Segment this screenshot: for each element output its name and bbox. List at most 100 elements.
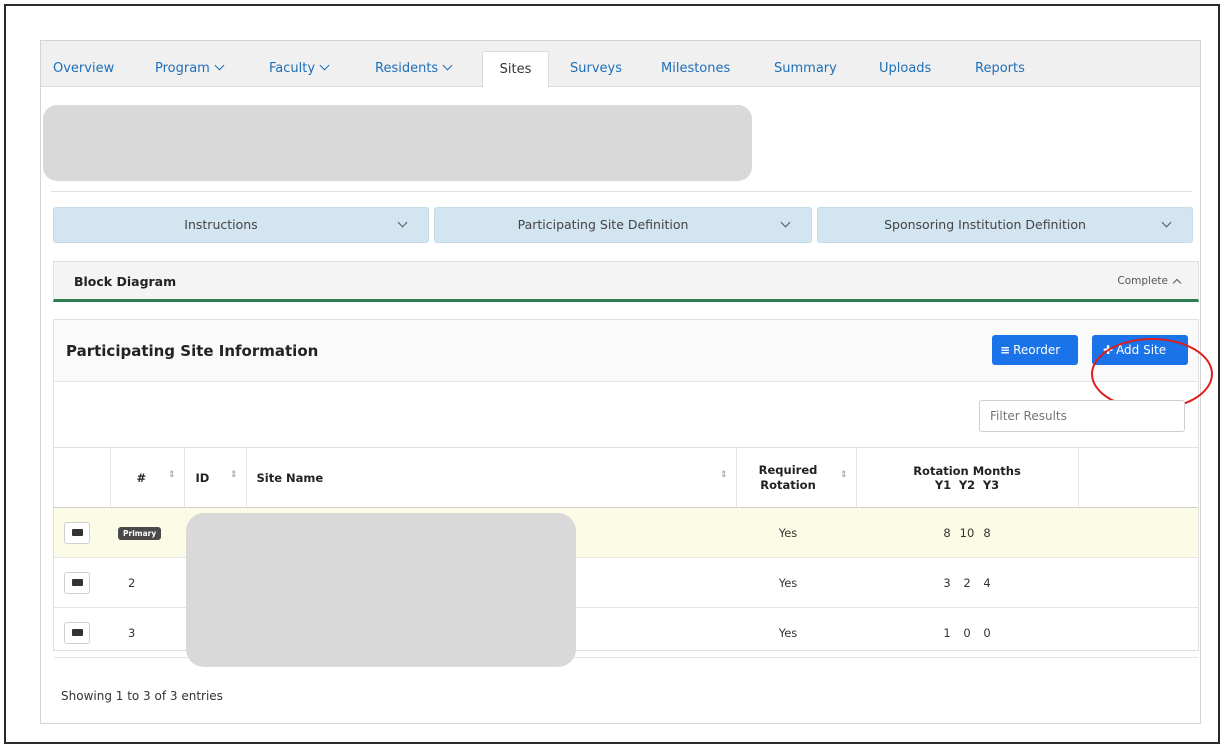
tab-sites[interactable]: Sites (482, 51, 549, 88)
divider (51, 191, 1192, 192)
month-value: 2 (963, 575, 971, 590)
sort-icon: ⇕ (229, 470, 238, 480)
sort-icon: ⇕ (719, 470, 728, 480)
screenshot-frame: Overview Program Faculty Residents Sites… (4, 4, 1220, 744)
column-header-actions (54, 447, 110, 508)
month-value: 0 (983, 625, 991, 640)
month-value: 0 (963, 625, 971, 640)
num-cell: Primary (110, 507, 184, 558)
tab-label: Summary (774, 61, 837, 76)
block-diagram-title: Block Diagram (74, 274, 177, 289)
blank-cell (1108, 557, 1198, 608)
chevron-down-icon (1161, 217, 1172, 228)
year-label: Y1 (934, 477, 952, 492)
row-action-cell (54, 507, 110, 558)
header-label: Required Rotation (758, 462, 818, 492)
row-action-cell (54, 557, 110, 608)
header-label: Rotation Months (913, 463, 1021, 478)
spacer-cell (1078, 607, 1108, 658)
month-value: 8 (943, 525, 951, 540)
column-header-required-rotation[interactable]: Required Rotation ⇕ (735, 447, 856, 508)
spacer-cell (1078, 557, 1108, 608)
filter-input[interactable] (979, 400, 1185, 432)
card-icon (71, 629, 83, 636)
num-cell: 3 (110, 607, 184, 658)
required-rotation-cell: Yes (736, 507, 856, 558)
year-label: Y3 (982, 477, 1000, 492)
tab-label: Residents (375, 61, 439, 76)
accordion-instructions[interactable]: Instructions (53, 207, 429, 243)
chevron-down-icon (319, 60, 330, 71)
tab-summary[interactable]: Summary (774, 51, 837, 87)
header-label: Site Name (256, 470, 324, 485)
tab-residents[interactable]: Residents (375, 51, 453, 87)
participating-site-card: Participating Site Information ≡ Reorder … (53, 319, 1213, 667)
tab-overview[interactable]: Overview (53, 51, 114, 87)
blank-cell (1108, 607, 1198, 658)
month-value: 8 (983, 525, 991, 540)
accordion-sponsoring-institution-definition[interactable]: Sponsoring Institution Definition (817, 207, 1193, 243)
sort-icon: ⇕ (167, 470, 176, 480)
tab-label: Overview (53, 61, 115, 76)
accordion-label: Instructions (184, 217, 258, 232)
month-value: 1 (943, 625, 951, 640)
tab-label: Faculty (269, 61, 316, 76)
header-label: ID (195, 470, 210, 485)
accordion-participating-site-definition[interactable]: Participating Site Definition (434, 207, 812, 243)
primary-badge: Primary (118, 527, 162, 540)
tab-reports[interactable]: Reports (975, 51, 1025, 87)
tab-label: Milestones (661, 61, 731, 76)
reorder-button[interactable]: ≡ Reorder (992, 335, 1078, 365)
block-diagram-section[interactable]: Block Diagram Complete (53, 261, 1199, 302)
rotation-months-cell: 100 (856, 607, 1078, 658)
edit-row-button[interactable] (64, 621, 90, 644)
tab-label: Sites (499, 62, 532, 77)
tab-label: Reports (975, 61, 1025, 76)
rotation-months-cell: 8 10 8 (856, 507, 1078, 558)
tab-bar: Overview Program Faculty Residents Sites… (41, 41, 1200, 88)
edit-row-button[interactable] (64, 571, 90, 594)
year-label: Y2 (958, 477, 976, 492)
accordion-label: Participating Site Definition (517, 217, 689, 232)
tab-label: Surveys (570, 61, 622, 76)
column-header-rotation-months: Rotation Months Y1 Y2 Y3 (855, 447, 1078, 508)
chevron-down-icon (780, 217, 791, 228)
tab-program[interactable]: Program (155, 51, 225, 87)
tab-milestones[interactable]: Milestones (661, 51, 730, 87)
chevron-up-icon[interactable] (1172, 278, 1182, 288)
tab-surveys[interactable]: Surveys (570, 51, 622, 87)
card-icon (71, 579, 83, 586)
edit-row-button[interactable] (64, 521, 90, 544)
tab-faculty[interactable]: Faculty (269, 51, 330, 87)
num-cell: 2 (110, 557, 184, 608)
tab-label: Program (155, 61, 210, 76)
chevron-down-icon (442, 60, 453, 71)
status-label: Complete (1117, 275, 1168, 287)
year-labels: Y1 Y2 Y3 (857, 478, 1078, 492)
month-value: 4 (983, 575, 991, 590)
redacted-site-names (186, 513, 576, 667)
entries-info: Showing 1 to 3 of 3 entries (61, 689, 223, 703)
button-label: Reorder (1013, 343, 1061, 357)
month-value: 3 (943, 575, 951, 590)
card-header: Participating Site Information ≡ Reorder … (54, 320, 1198, 382)
required-rotation-cell: Yes (736, 607, 856, 658)
column-header-site-name[interactable]: Site Name ⇕ (245, 447, 736, 508)
list-icon: ≡ (1000, 343, 1011, 357)
card-title: Participating Site Information (66, 342, 319, 360)
tab-label: Uploads (879, 61, 932, 76)
rotation-months-cell: 324 (856, 557, 1078, 608)
spacer-cell (1078, 507, 1108, 558)
column-header-blank (1108, 447, 1198, 508)
card-icon (71, 529, 83, 536)
tab-uploads[interactable]: Uploads (879, 51, 931, 87)
column-header-spacer (1077, 447, 1108, 508)
header-label: # (136, 470, 147, 485)
chevron-down-icon (214, 60, 225, 71)
required-rotation-cell: Yes (736, 557, 856, 608)
table-header-row: # ⇕ ID ⇕ Site Name ⇕ Required Rotation ⇕ Rot… (54, 447, 1198, 508)
redacted-program-name (43, 105, 752, 181)
column-header-num[interactable]: # ⇕ (109, 447, 184, 508)
column-header-id[interactable]: ID ⇕ (183, 447, 246, 508)
month-value: 10 (959, 525, 975, 540)
